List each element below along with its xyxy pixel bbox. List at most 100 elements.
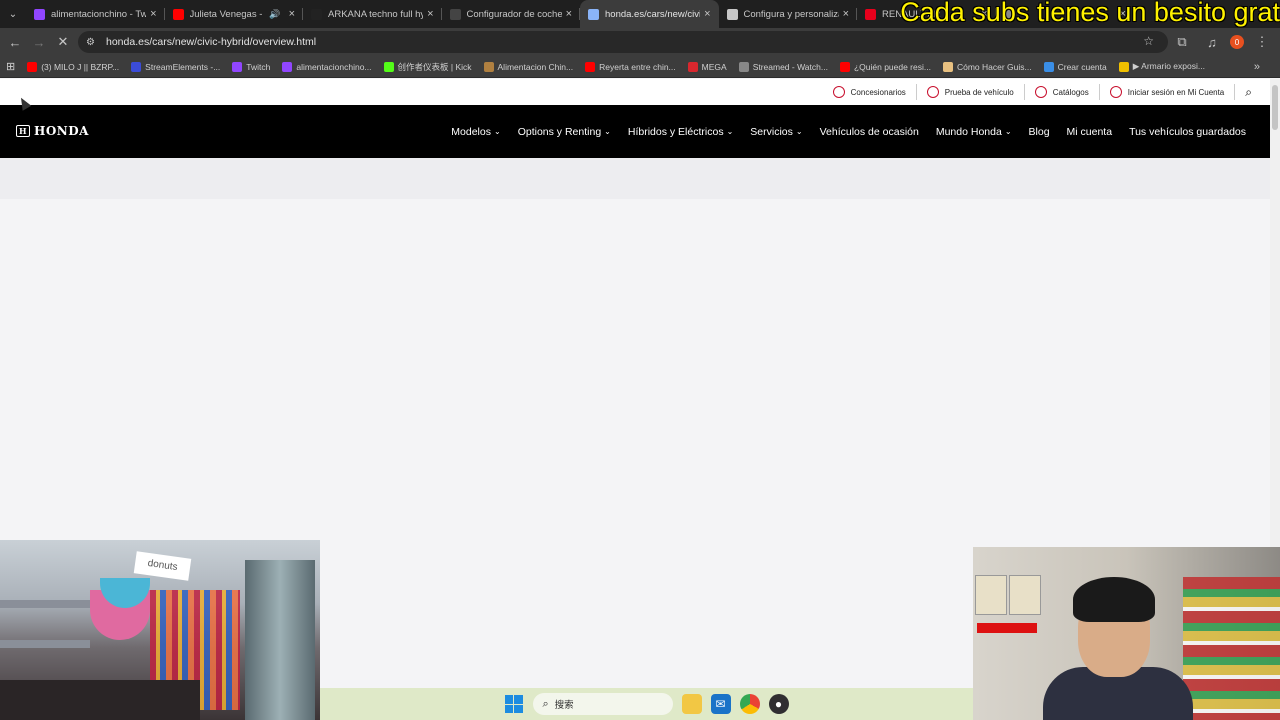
close-tab-icon[interactable]: × (843, 8, 849, 20)
bookmark-item[interactable]: Alimentacion Chin... (483, 61, 573, 73)
screen: ⌄ alimentacionchino - Tw × Julieta Venegas… (0, 0, 1280, 720)
chevron-down-icon: ⌄ (795, 127, 803, 136)
bookmark-item[interactable]: Reyerta entre chin... (585, 61, 676, 73)
twitch-icon (282, 61, 293, 72)
windows-taskbar: ⌕ 搜索 ✉ ● (320, 688, 973, 720)
bookmark-item[interactable]: Twitch (232, 61, 270, 73)
nav-item[interactable]: Mi cuenta (1067, 126, 1113, 138)
taskbar-search[interactable]: ⌕ 搜索 (532, 693, 673, 715)
obs-icon[interactable]: ● (768, 694, 789, 714)
bookmark-item[interactable]: ¿Quién puede resi... (839, 61, 931, 73)
nav-item[interactable]: Vehículos de ocasión (820, 126, 919, 138)
chevron-down-icon: ⌄ (726, 127, 734, 136)
catalog-icon (1034, 86, 1047, 98)
address-bar[interactable]: ⚙ honda.es/cars/new/civic-hybrid/overvie… (78, 31, 1168, 53)
bookmark-item[interactable]: MEGA (687, 61, 727, 73)
url-text[interactable]: honda.es/cars/new/civic-hybrid/overview.… (106, 36, 316, 48)
tab-title: honda.es/cars/new/civi (605, 8, 701, 20)
back-icon[interactable]: ← (3, 30, 27, 54)
bookmark-label: Streamed - Watch... (752, 61, 828, 72)
search-icon[interactable]: ⌕ (1235, 85, 1252, 100)
chevron-down-icon: ⌄ (604, 127, 611, 136)
kick-icon (383, 61, 394, 72)
bookmark-item[interactable]: (3) MILO J || BZRP... (27, 61, 119, 73)
bookmark-item[interactable]: ▶ Armario exposi... (1118, 61, 1205, 73)
nav-label: Vehículos de ocasión (819, 125, 919, 138)
tab-title: Julieta Venegas - Le (189, 8, 266, 20)
utility-label: Prueba de vehículo (944, 87, 1014, 97)
loading-hero-placeholder (0, 158, 1270, 199)
bookmark-label: ▶ Armario exposi... (1132, 61, 1205, 71)
close-tab-icon[interactable]: × (566, 8, 572, 20)
site-info-icon[interactable]: ⚙ (86, 37, 100, 48)
scroll-thumb[interactable] (1272, 85, 1278, 130)
utility-label: Iniciar sesión en Mi Cuenta (1127, 87, 1225, 97)
speaker-icon[interactable]: 🔊 (269, 9, 280, 20)
user-icon (1109, 86, 1122, 98)
bookmark-item[interactable]: Streamed - Watch... (738, 61, 828, 73)
browser-tab[interactable]: Configurador de coche × (442, 0, 580, 28)
nav-label: Servicios (750, 125, 793, 138)
profile-avatar[interactable]: 0 (1230, 35, 1244, 49)
browser-tab[interactable]: Configura y personaliza × (719, 0, 857, 28)
webcam-streamer (973, 547, 1280, 720)
outlook-icon[interactable]: ✉ (710, 694, 731, 714)
youtube-icon (839, 61, 850, 72)
forward-icon[interactable]: → (27, 30, 51, 54)
browser-tab[interactable]: honda.es/cars/new/civi × (580, 0, 719, 28)
apps-icon[interactable]: ⊞ (6, 60, 15, 73)
nav-item[interactable]: Híbridos y Eléctricos ⌄ (628, 126, 733, 138)
youtube-icon (585, 61, 596, 72)
close-tab-icon[interactable]: × (289, 8, 295, 20)
utility-link[interactable]: Prueba de vehículo (917, 84, 1025, 100)
start-icon[interactable] (504, 695, 523, 713)
nav-item[interactable]: Mundo Honda ⌄ (936, 126, 1012, 138)
main-navigation: H HONDA Modelos ⌄ Options y Renting ⌄ Híbrid… (0, 105, 1270, 158)
browser-tab[interactable]: alimentacionchino - Tw × (26, 0, 165, 28)
streamer-hair (1073, 577, 1155, 622)
nav-item[interactable]: Tus vehículos guardados (1129, 126, 1246, 138)
stop-loading-icon[interactable]: ✕ (51, 30, 75, 54)
bookmark-label: Cómo Hacer Guis... (956, 61, 1032, 72)
nav-label: Tus vehículos guardados (1129, 125, 1246, 138)
product-shelves (1183, 577, 1280, 720)
utility-link[interactable]: Catálogos (1025, 84, 1100, 100)
car-icon (449, 8, 461, 20)
bookmark-label: StreamElements -... (145, 61, 221, 72)
honda-logo[interactable]: H HONDA (16, 124, 89, 138)
nav-item[interactable]: Options y Renting ⌄ (518, 126, 611, 138)
menu-icon[interactable]: ⋮ (1250, 30, 1274, 54)
bookmark-item[interactable]: Crear cuenta (1043, 61, 1107, 73)
bookmark-item[interactable]: StreamElements -... (131, 61, 220, 73)
utility-label: Catálogos (1052, 87, 1089, 97)
bookmark-star-icon[interactable]: ☆ (1143, 34, 1154, 48)
wanted-poster (975, 575, 1007, 615)
tab-search-button[interactable]: ⌄ (0, 0, 26, 28)
twitch-icon (232, 61, 243, 72)
chrome-icon[interactable] (739, 694, 760, 714)
cola-sign (977, 623, 1037, 633)
bag-icon (483, 61, 494, 72)
bookmark-item[interactable]: alimentacionchino... (282, 61, 372, 73)
close-tab-icon[interactable]: × (150, 8, 156, 20)
close-tab-icon[interactable]: × (704, 8, 710, 20)
utility-link[interactable]: Concesionarios (823, 84, 917, 100)
tab-title: Configura y personaliza (743, 8, 839, 20)
nav-item[interactable]: Servicios ⌄ (750, 126, 802, 138)
browser-tab[interactable]: Julieta Venegas - Le🔊 × (165, 0, 303, 28)
nav-item[interactable]: Blog (1029, 126, 1050, 138)
donuts-sign: donuts (133, 551, 192, 581)
bookmark-label: alimentacionchino... (296, 61, 372, 72)
bookmark-item[interactable]: Cómo Hacer Guis... (942, 61, 1032, 73)
more-bookmarks-icon[interactable]: » (1254, 61, 1260, 73)
utility-link[interactable]: Iniciar sesión en Mi Cuenta (1100, 84, 1236, 100)
bookmark-item[interactable]: 创作者仪表板 | Kick (383, 61, 472, 73)
file-explorer-icon[interactable] (681, 694, 702, 714)
nav-label: Blog (1028, 125, 1050, 138)
nav-label: Híbridos y Eléctricos (627, 125, 724, 138)
close-tab-icon[interactable]: × (427, 8, 433, 20)
browser-tab[interactable]: ARKANA techno full hy × (303, 0, 442, 28)
media-icon[interactable]: ♫ (1200, 30, 1224, 54)
nav-item[interactable]: Modelos ⌄ (451, 126, 500, 138)
extensions-icon[interactable]: ⧉ (1170, 30, 1194, 54)
